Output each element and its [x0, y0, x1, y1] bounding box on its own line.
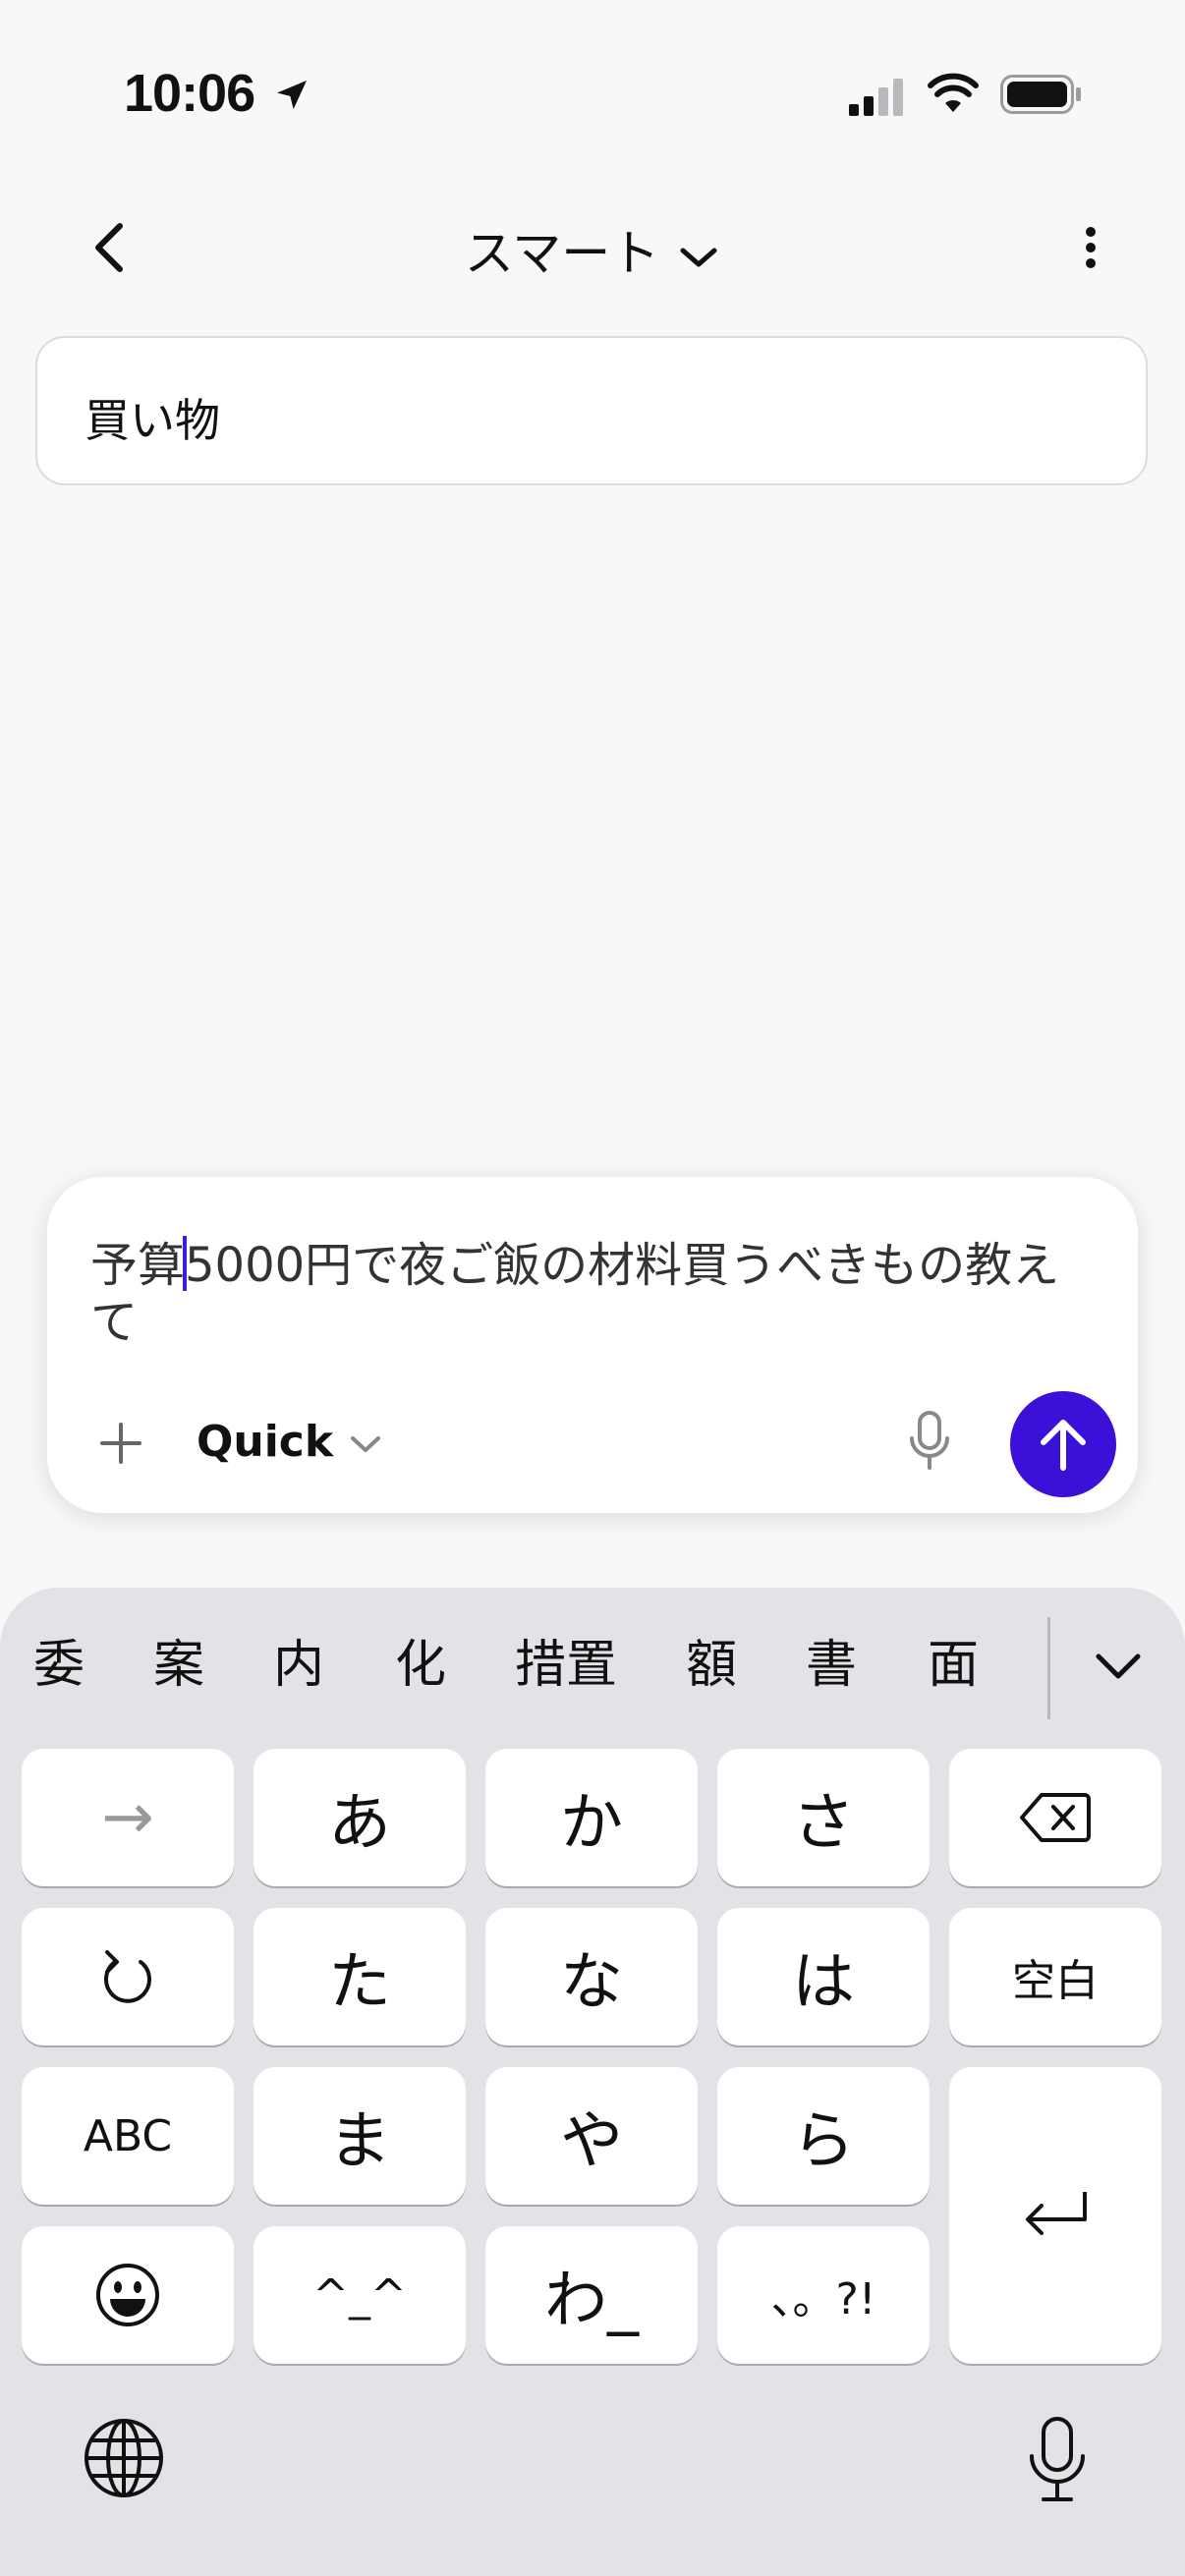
japanese-keyboard: 委 案 内 化 措置 額 書 面 → あ か さ た な は 空白 ABC ま …: [0, 1588, 1185, 2576]
nav-title: スマート: [464, 225, 660, 282]
list-item-label: 買い物: [85, 394, 220, 447]
key-ya[interactable]: や: [485, 2067, 698, 2205]
key-ta[interactable]: た: [254, 1908, 466, 2045]
chevron-down-icon: [680, 248, 717, 266]
kaomoji-key[interactable]: ^_^: [254, 2226, 466, 2364]
status-time: 10:06: [124, 63, 311, 124]
candidate-word[interactable]: 書: [806, 1623, 857, 1697]
candidate-word[interactable]: 委: [33, 1623, 85, 1697]
delete-key[interactable]: [949, 1749, 1161, 1886]
more-options-icon[interactable]: [1077, 224, 1104, 271]
microphone-icon[interactable]: [906, 1409, 953, 1474]
emoji-icon: [96, 2264, 159, 2326]
candidate-word[interactable]: 措置: [515, 1623, 617, 1697]
chevron-down-icon: [351, 1436, 381, 1452]
return-key[interactable]: [949, 2067, 1161, 2364]
send-button[interactable]: [1010, 1391, 1116, 1497]
message-input[interactable]: 予算5000円で夜ご飯の材料買うべきもの教えて: [90, 1236, 1102, 1351]
next-candidate-key[interactable]: →: [22, 1749, 234, 1886]
assistant-mode-selector[interactable]: スマート: [0, 214, 1185, 285]
wifi-icon: [928, 73, 979, 112]
expand-candidates-icon[interactable]: [1093, 1649, 1144, 1684]
undo-icon: [104, 1950, 151, 2003]
candidate-word[interactable]: 案: [153, 1623, 204, 1697]
key-ra[interactable]: ら: [717, 2067, 930, 2205]
candidate-word[interactable]: 化: [395, 1623, 446, 1697]
add-attachment-icon[interactable]: [98, 1421, 143, 1466]
battery-icon: [1000, 75, 1081, 114]
cellular-signal-icon: [849, 79, 903, 116]
message-composer: 予算5000円で夜ご飯の材料買うべきもの教えて Quick: [47, 1177, 1138, 1513]
space-key[interactable]: 空白: [949, 1908, 1161, 2045]
candidate-word[interactable]: 額: [686, 1623, 737, 1697]
key-ma[interactable]: ま: [254, 2067, 466, 2205]
list-item[interactable]: 買い物: [35, 336, 1148, 485]
location-arrow-icon: [277, 81, 308, 110]
key-ha[interactable]: は: [717, 1908, 930, 2045]
return-icon: [1026, 2192, 1087, 2235]
key-a[interactable]: あ: [254, 1749, 466, 1886]
model-mode-label: Quick: [197, 1417, 334, 1467]
punctuation-key[interactable]: 、。?!: [717, 2226, 930, 2364]
dictation-microphone-icon[interactable]: [1026, 2415, 1089, 2505]
emoji-key[interactable]: [22, 2226, 234, 2364]
model-mode-selector[interactable]: Quick: [197, 1417, 382, 1467]
key-sa[interactable]: さ: [717, 1749, 930, 1886]
key-na[interactable]: な: [485, 1908, 698, 2045]
candidate-divider: [1047, 1617, 1050, 1719]
candidate-word[interactable]: 内: [273, 1623, 324, 1697]
undo-key[interactable]: [22, 1908, 234, 2045]
arrow-up-icon: [1041, 1420, 1086, 1471]
key-ka[interactable]: か: [485, 1749, 698, 1886]
key-wa[interactable]: わ_: [485, 2226, 698, 2364]
candidate-word[interactable]: 面: [928, 1623, 979, 1697]
abc-key[interactable]: ABC: [22, 2067, 234, 2205]
globe-icon[interactable]: [83, 2417, 165, 2499]
delete-backward-icon: [1020, 1793, 1091, 1842]
